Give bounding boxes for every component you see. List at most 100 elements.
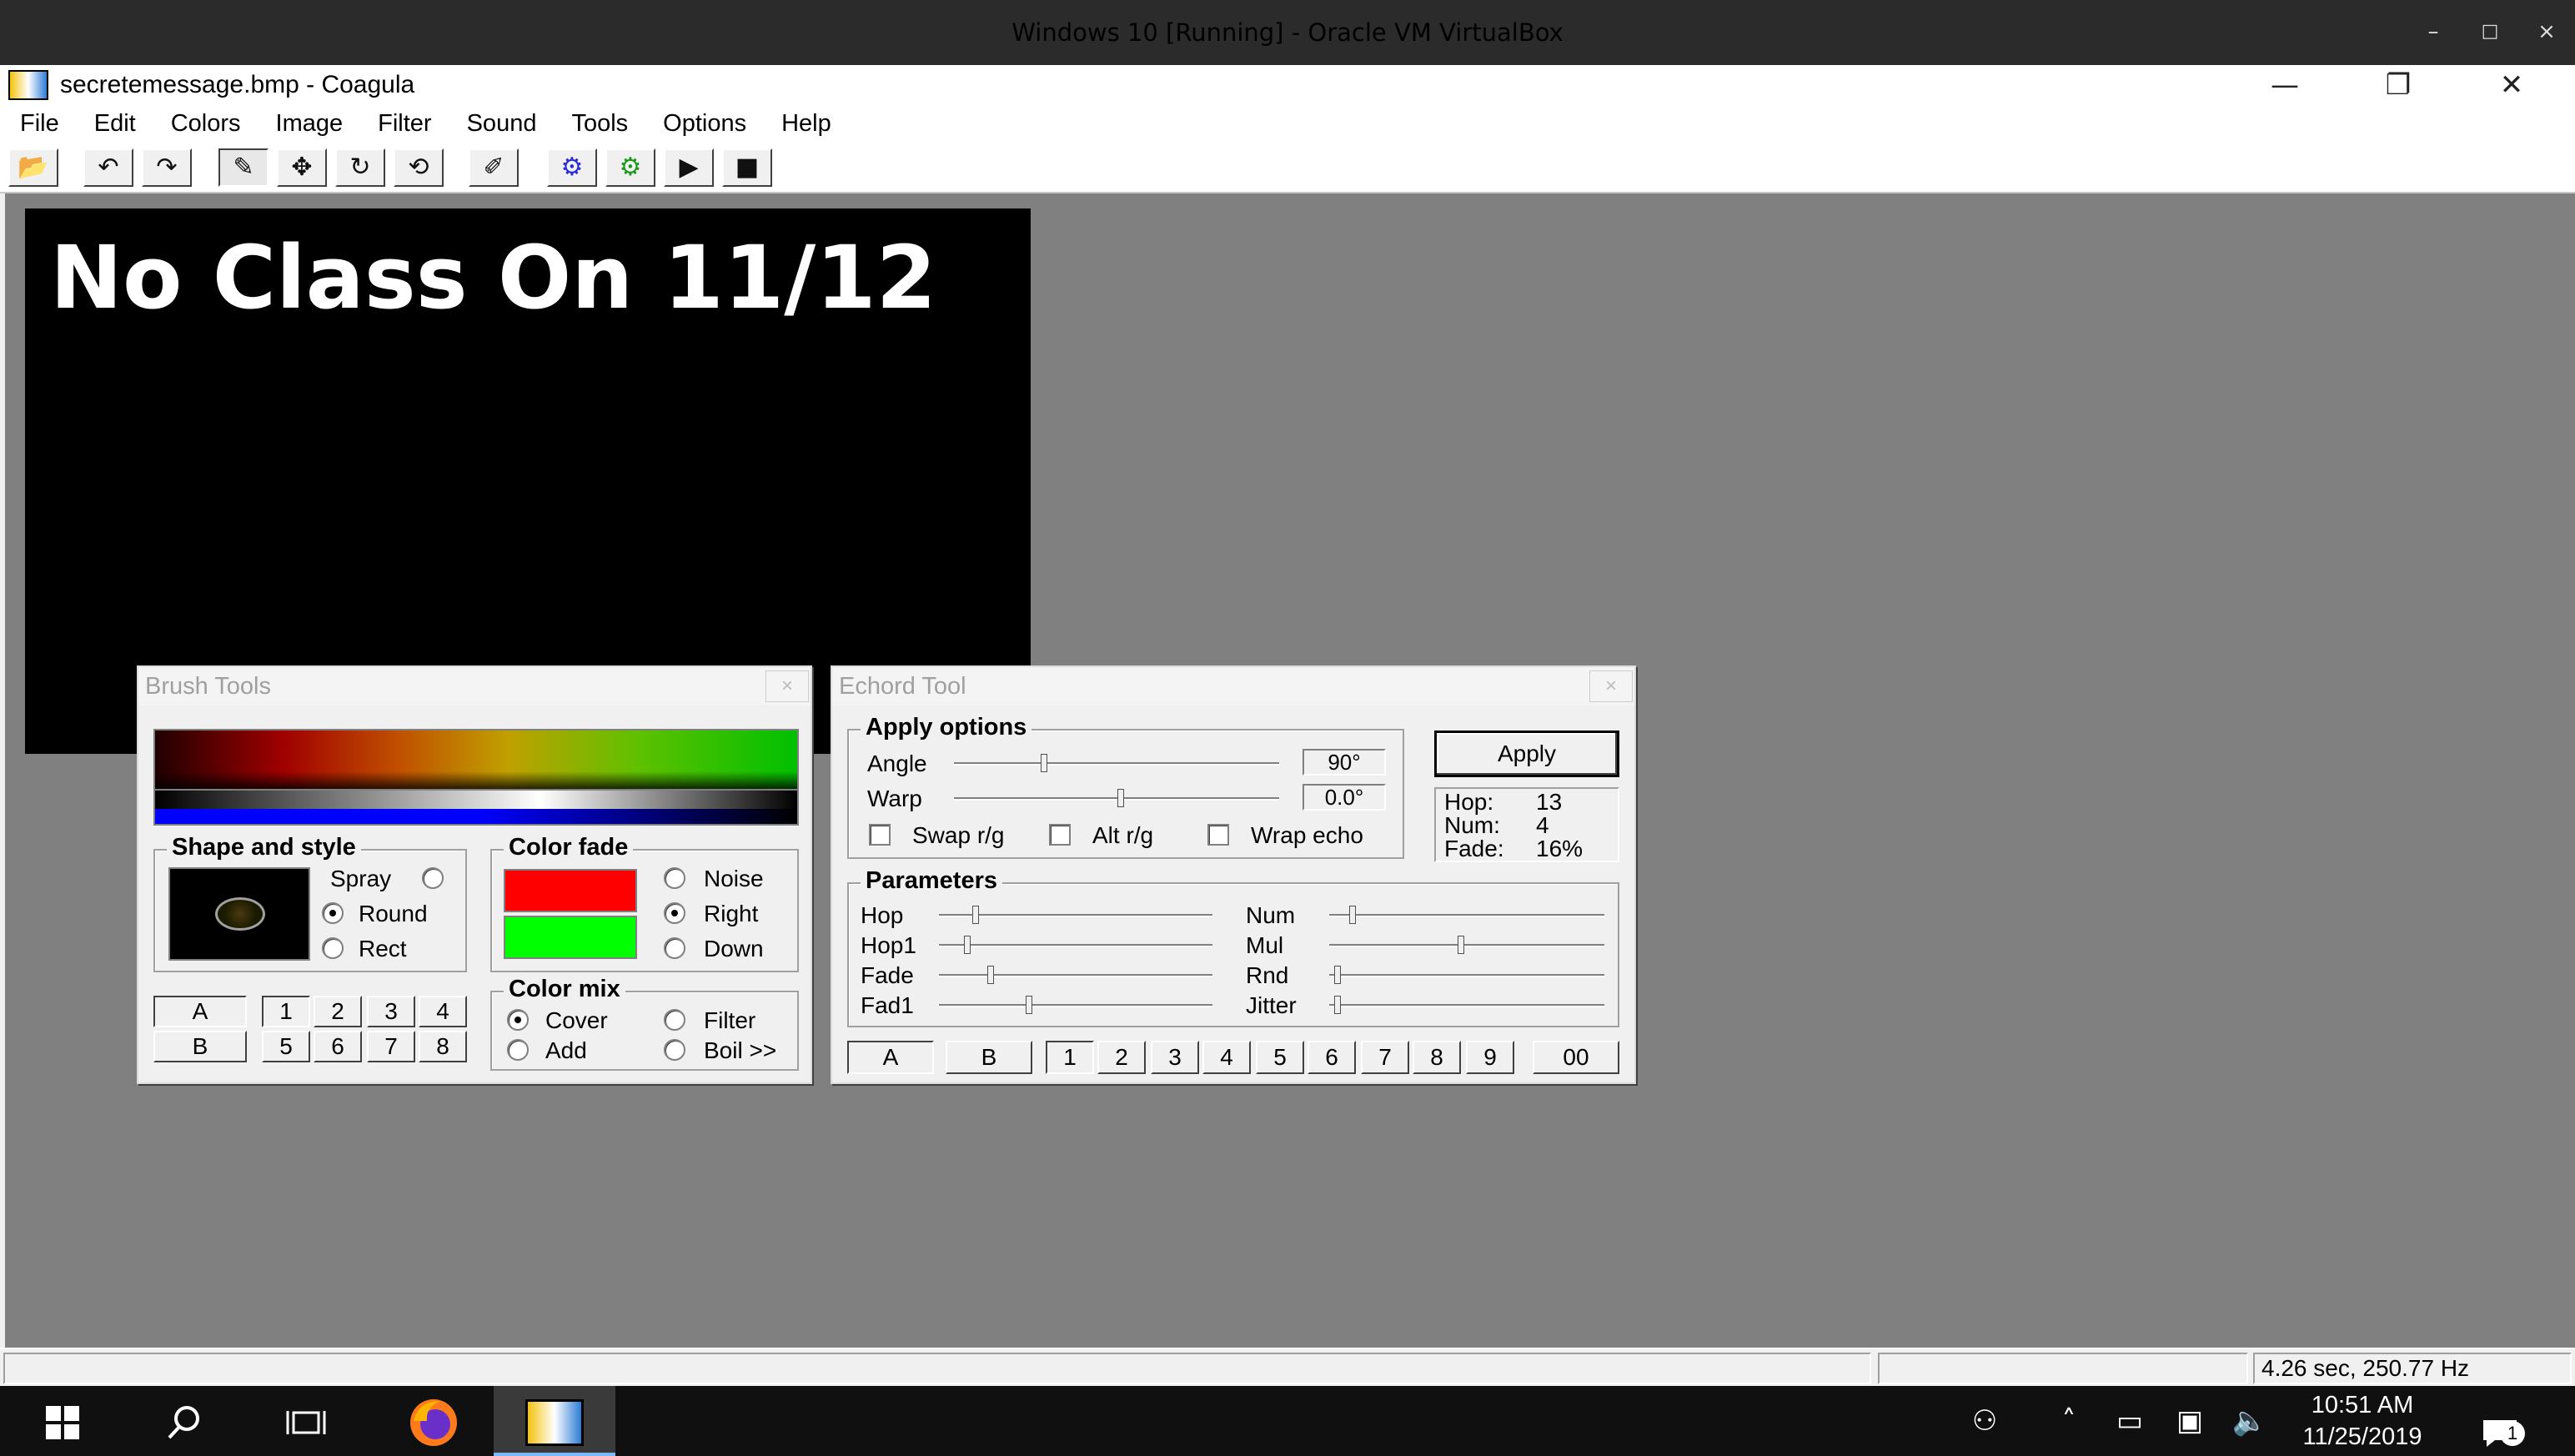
boil-radio[interactable] <box>664 1039 685 1061</box>
echord-preset-8[interactable]: 8 <box>1413 1041 1461 1074</box>
transform-icon[interactable]: ⟲ <box>394 148 444 187</box>
menu-edit[interactable]: Edit <box>94 105 136 142</box>
rotate-icon[interactable]: ↻ <box>335 148 385 187</box>
param-fade-slider[interactable] <box>939 974 1212 977</box>
right-radio[interactable] <box>664 902 685 924</box>
echord-bank-a-button[interactable]: A <box>847 1041 934 1074</box>
move-icon[interactable]: ✥ <box>277 148 327 187</box>
brush-preset-6[interactable]: 6 <box>314 1031 362 1062</box>
coagula-taskbar-icon[interactable] <box>494 1386 615 1456</box>
app-minimize-button[interactable]: — <box>2235 65 2335 105</box>
network-icon[interactable]: ▣ <box>2165 1386 2215 1456</box>
echord-preset-2[interactable]: 2 <box>1097 1041 1146 1074</box>
host-close-button[interactable]: × <box>2527 12 2567 52</box>
menu-file[interactable]: File <box>20 105 59 142</box>
alt-rg-checkbox[interactable] <box>1049 824 1071 846</box>
echord-bank-b-button[interactable]: B <box>946 1041 1032 1074</box>
brush-preset-4[interactable]: 4 <box>419 996 467 1027</box>
eraser-icon[interactable]: ✐ <box>469 148 519 187</box>
echord-preset-1[interactable]: 1 <box>1046 1041 1094 1074</box>
param-num-slider[interactable] <box>1329 914 1604 917</box>
angle-slider-thumb[interactable] <box>1041 754 1047 772</box>
param-rnd-slider[interactable] <box>1329 974 1604 977</box>
brush-preset-5[interactable]: 5 <box>262 1031 310 1062</box>
warp-slider-thumb[interactable] <box>1117 789 1124 807</box>
menu-colors[interactable]: Colors <box>171 105 241 142</box>
filter-radio[interactable] <box>664 1009 685 1031</box>
menu-help[interactable]: Help <box>781 105 831 142</box>
swap-rg-checkbox[interactable] <box>869 824 891 846</box>
rect-radio[interactable] <box>322 937 344 959</box>
render-image-icon[interactable]: ⚙ <box>547 148 597 187</box>
redo-icon[interactable]: ↷ <box>142 148 192 187</box>
echord-preset-5[interactable]: 5 <box>1256 1041 1304 1074</box>
param-num-thumb[interactable] <box>1349 906 1356 924</box>
cover-radio[interactable] <box>507 1009 529 1031</box>
down-radio[interactable] <box>664 937 685 959</box>
host-minimize-button[interactable]: – <box>2413 12 2453 52</box>
angle-slider-track[interactable] <box>954 762 1279 766</box>
fade-color-bottom-swatch[interactable] <box>504 916 637 959</box>
fade-color-top-swatch[interactable] <box>504 869 637 912</box>
param-rnd-thumb[interactable] <box>1334 966 1341 984</box>
brush-bank-a-button[interactable]: A <box>153 996 247 1027</box>
echord-preset-3[interactable]: 3 <box>1151 1041 1199 1074</box>
volume-icon[interactable]: 🔈 <box>2225 1386 2275 1456</box>
brush-icon[interactable]: ✎ <box>218 148 269 187</box>
menu-image[interactable]: Image <box>276 105 344 142</box>
color-gradient-palette[interactable] <box>153 729 799 791</box>
param-jitter-slider[interactable] <box>1329 1004 1604 1007</box>
brush-tools-close-button[interactable]: × <box>765 670 809 702</box>
brush-preset-3[interactable]: 3 <box>367 996 415 1027</box>
param-mul-thumb[interactable] <box>1458 936 1464 954</box>
app-restore-button[interactable]: ❐ <box>2348 65 2448 105</box>
blue-channel-bar[interactable] <box>153 809 799 826</box>
show-hidden-icons-icon[interactable]: ˄ <box>2048 1386 2090 1456</box>
param-mul-slider[interactable] <box>1329 944 1604 947</box>
search-icon[interactable] <box>155 1386 213 1456</box>
apply-button[interactable]: Apply <box>1434 731 1619 777</box>
stop-icon[interactable]: ■ <box>722 148 772 187</box>
brush-preset-7[interactable]: 7 <box>367 1031 415 1062</box>
taskbar-clock[interactable]: 10:51 AM 11/25/2019 <box>2291 1389 2433 1456</box>
param-fade-thumb[interactable] <box>987 966 994 984</box>
menu-filter[interactable]: Filter <box>378 105 431 142</box>
render-no-blur-icon[interactable]: ⚙ <box>605 148 655 187</box>
brush-preset-1[interactable]: 1 <box>262 996 310 1027</box>
windows-start-icon[interactable] <box>33 1386 92 1456</box>
brush-preset-2[interactable]: 2 <box>314 996 362 1027</box>
echord-preset-4[interactable]: 4 <box>1202 1041 1251 1074</box>
warp-slider-track[interactable] <box>954 797 1279 801</box>
wrap-echo-checkbox[interactable] <box>1207 824 1229 846</box>
undo-icon[interactable]: ↶ <box>83 148 133 187</box>
menu-options[interactable]: Options <box>663 105 746 142</box>
brush-preset-8[interactable]: 8 <box>419 1031 467 1062</box>
menu-tools[interactable]: Tools <box>571 105 628 142</box>
param-hop-slider[interactable] <box>939 914 1212 917</box>
spray-radio[interactable] <box>422 867 444 889</box>
menu-sound[interactable]: Sound <box>467 105 537 142</box>
echord-preset-7[interactable]: 7 <box>1361 1041 1409 1074</box>
param-jitter-thumb[interactable] <box>1334 996 1341 1014</box>
battery-icon[interactable]: ▭ <box>2105 1386 2155 1456</box>
people-icon[interactable]: ⚇ <box>1960 1386 2010 1456</box>
param-hop-thumb[interactable] <box>972 906 979 924</box>
noise-radio[interactable] <box>664 867 685 889</box>
brush-bank-b-button[interactable]: B <box>153 1031 247 1062</box>
add-radio[interactable] <box>507 1039 529 1061</box>
echord-preset-00[interactable]: 00 <box>1533 1041 1619 1074</box>
brightness-bar[interactable] <box>153 791 799 809</box>
param-fad1-thumb[interactable] <box>1026 996 1032 1014</box>
coagula-app-icon[interactable] <box>8 70 48 100</box>
param-hop1-thumb[interactable] <box>964 936 971 954</box>
round-radio[interactable] <box>322 902 344 924</box>
host-maximize-button[interactable]: □ <box>2470 12 2510 52</box>
play-icon[interactable]: ▶ <box>664 148 714 187</box>
echord-preset-9[interactable]: 9 <box>1466 1041 1514 1074</box>
open-image-icon[interactable]: 📂 <box>8 148 58 187</box>
param-hop1-slider[interactable] <box>939 944 1212 947</box>
task-view-icon[interactable] <box>277 1386 335 1456</box>
app-close-button[interactable]: ✕ <box>2462 65 2562 105</box>
action-center-icon[interactable]: 1 <box>2468 1386 2532 1456</box>
param-fad1-slider[interactable] <box>939 1004 1212 1007</box>
